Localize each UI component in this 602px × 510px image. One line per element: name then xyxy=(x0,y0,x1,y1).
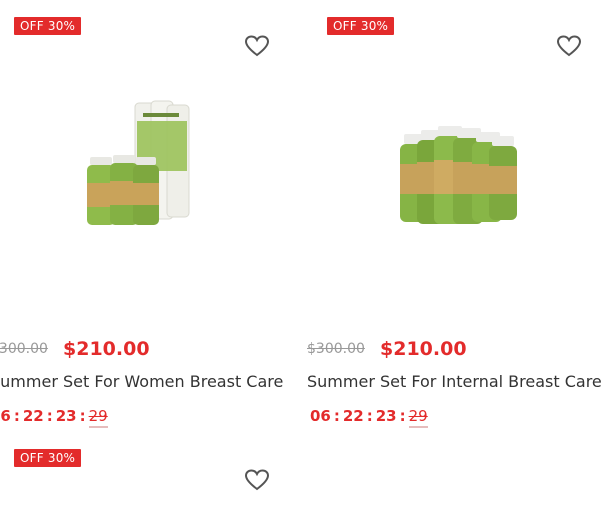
discount-badge: OFF 30% xyxy=(14,17,82,35)
countdown-timer: 06:22:23:29 xyxy=(310,407,428,428)
wishlist-heart-icon[interactable] xyxy=(244,468,270,492)
sale-price: $210.00 xyxy=(63,338,150,360)
countdown-hours: 06 xyxy=(0,407,11,425)
countdown-minutes: 22 xyxy=(342,407,364,425)
countdown-minutes2: 23 xyxy=(55,407,77,425)
countdown-minutes2: 23 xyxy=(375,407,397,425)
wishlist-heart-icon[interactable] xyxy=(556,34,582,58)
countdown-timer: 06:22:23:29 xyxy=(0,407,108,428)
product-card[interactable]: OFF 30% xyxy=(0,0,290,440)
price-row: $300.00 $210.00 xyxy=(307,338,467,360)
sale-price: $210.00 xyxy=(380,338,467,360)
countdown-seconds: 29 xyxy=(88,407,108,428)
price-row: $300.00 $210.00 xyxy=(0,338,150,360)
product-image[interactable] xyxy=(85,95,215,235)
product-card[interactable]: OFF 30% xyxy=(0,440,290,510)
discount-badge: OFF 30% xyxy=(14,449,82,467)
product-title[interactable]: Summer Set For Women Breast Care xyxy=(0,372,283,391)
product-card[interactable]: OFF 30% xyxy=(306,0,602,440)
countdown-minutes: 22 xyxy=(22,407,44,425)
discount-badge: OFF 30% xyxy=(327,17,395,35)
product-title[interactable]: Summer Set For Internal Breast Care xyxy=(307,372,602,391)
product-image[interactable] xyxy=(394,120,524,230)
wishlist-heart-icon[interactable] xyxy=(244,34,270,58)
countdown-seconds: 29 xyxy=(408,407,428,428)
countdown-hours: 06 xyxy=(310,407,331,425)
old-price: $300.00 xyxy=(307,341,365,357)
old-price: $300.00 xyxy=(0,341,48,357)
